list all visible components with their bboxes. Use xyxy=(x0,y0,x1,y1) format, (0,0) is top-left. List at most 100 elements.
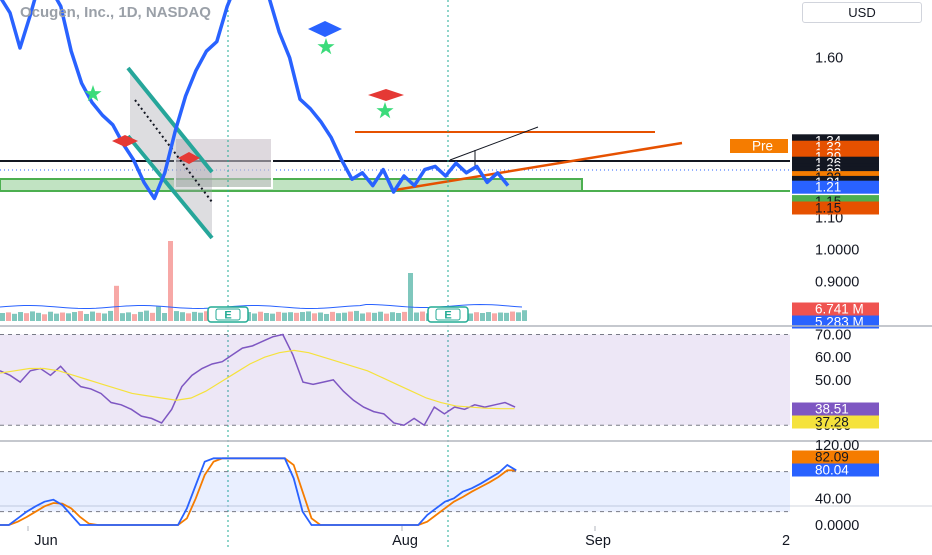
volume-bar xyxy=(96,312,101,321)
volume-bar xyxy=(306,311,311,321)
volume-bar xyxy=(150,312,155,321)
price-tag-label: 1.15 xyxy=(815,201,841,216)
stoch-axis-tick: 0.0000 xyxy=(815,518,859,534)
volume-bar xyxy=(348,311,353,321)
volume-bar xyxy=(378,311,383,321)
volume-bar xyxy=(132,314,137,321)
volume-bar xyxy=(522,310,527,321)
volume-bar xyxy=(48,311,53,321)
volume-bar xyxy=(492,313,497,321)
earnings-letter: E xyxy=(224,310,231,322)
volume-bar xyxy=(420,311,425,321)
volume-bar xyxy=(192,311,197,321)
volume-bar xyxy=(312,313,317,321)
volume-bar xyxy=(114,285,119,321)
volume-bar xyxy=(354,310,359,321)
volume-bar xyxy=(372,312,377,321)
time-axis-tick: 2 xyxy=(782,533,790,549)
volume-bar xyxy=(12,313,17,321)
volume-bar xyxy=(486,312,491,321)
volume-bar xyxy=(510,311,515,321)
volume-bar xyxy=(186,313,191,321)
volume-bar xyxy=(66,313,71,321)
volume-bar xyxy=(294,312,299,321)
pre-market-label: Pre xyxy=(752,139,773,154)
volume-bar xyxy=(396,313,401,321)
volume-bar xyxy=(282,312,287,321)
volume-bar xyxy=(120,313,125,321)
buy-signal-star xyxy=(317,38,335,55)
volume-bar xyxy=(42,314,47,321)
volume-bar xyxy=(384,313,389,321)
volume-bar xyxy=(342,312,347,321)
currency-button[interactable]: USD xyxy=(802,2,922,23)
rsi-band xyxy=(0,334,790,426)
volume-bar xyxy=(168,241,173,321)
volume-bar xyxy=(0,313,5,321)
volume-bar xyxy=(504,312,509,321)
volume-bar xyxy=(480,313,485,321)
volume-bar xyxy=(264,313,269,321)
rsi-axis-tick: 70.00 xyxy=(815,328,851,344)
volume-bar xyxy=(414,312,419,321)
stoch-axis-tick: 40.00 xyxy=(815,491,851,507)
volume-bar xyxy=(138,311,143,321)
volume-bar xyxy=(390,312,395,321)
volume-bar xyxy=(408,273,413,321)
volume-bar xyxy=(60,312,65,321)
volume-bar xyxy=(108,310,113,321)
blue-diamond-marker xyxy=(308,21,342,37)
volume-bar xyxy=(198,312,203,321)
stoch-tag-label: 80.04 xyxy=(815,463,849,478)
buy-signal-star xyxy=(376,102,394,119)
volume-bar xyxy=(6,312,11,321)
volume-bar xyxy=(300,312,305,321)
volume-bar xyxy=(498,312,503,321)
volume-bar xyxy=(24,313,29,321)
price-axis-tick: 0.9000 xyxy=(815,275,859,291)
volume-bar xyxy=(102,313,107,321)
volume-bar xyxy=(54,313,59,321)
volume-bar xyxy=(84,313,89,321)
price-tag-label: 1.21 xyxy=(815,180,841,195)
volume-bar xyxy=(174,311,179,321)
volume-bar xyxy=(252,313,257,321)
volume-bar xyxy=(276,311,281,321)
support-zone xyxy=(0,178,583,192)
volume-bar xyxy=(336,313,341,321)
volume-bar xyxy=(360,313,365,321)
volume-bar xyxy=(180,312,185,321)
volume-bar xyxy=(90,311,95,321)
volume-bar xyxy=(78,311,83,321)
volume-bar xyxy=(288,312,293,321)
rsi-axis-tick: 60.00 xyxy=(815,350,851,366)
volume-bar xyxy=(162,313,167,321)
volume-bar xyxy=(36,312,41,321)
volume-bar xyxy=(318,312,323,321)
rsi-axis-tick: 50.00 xyxy=(815,373,851,389)
volume-bar xyxy=(330,311,335,321)
price-axis-tick: 1.60 xyxy=(815,51,843,67)
volume-bar xyxy=(156,306,161,321)
earnings-letter: E xyxy=(444,310,451,322)
chart-svg[interactable]: E EOcugen, Inc., 1D, NASDAQ1.601.101.0000… xyxy=(0,0,932,550)
rsi-tag-label: 37.28 xyxy=(815,415,849,430)
volume-bar xyxy=(18,312,23,321)
volume-bar xyxy=(324,313,329,321)
red-diamond-marker xyxy=(368,89,404,101)
volume-bar xyxy=(402,311,407,321)
chart-title: Ocugen, Inc., 1D, NASDAQ xyxy=(20,4,211,21)
volume-bar xyxy=(270,313,275,321)
volume-bar xyxy=(30,311,35,321)
volume-bar xyxy=(258,311,263,321)
stoch-band xyxy=(0,471,790,512)
price-axis-tick: 1.0000 xyxy=(815,243,859,259)
volume-bar xyxy=(144,310,149,321)
time-axis-tick: Jun xyxy=(34,533,57,549)
volume-bar xyxy=(126,312,131,321)
volume-bar xyxy=(474,312,479,321)
volume-bar xyxy=(366,312,371,321)
volume-bar xyxy=(72,312,77,321)
chart-canvas[interactable]: E E Ocugen, Inc., 1D, NASDAQ 1.60 1.10 1.0000… xyxy=(0,0,932,550)
time-axis-tick: Aug xyxy=(392,533,418,549)
